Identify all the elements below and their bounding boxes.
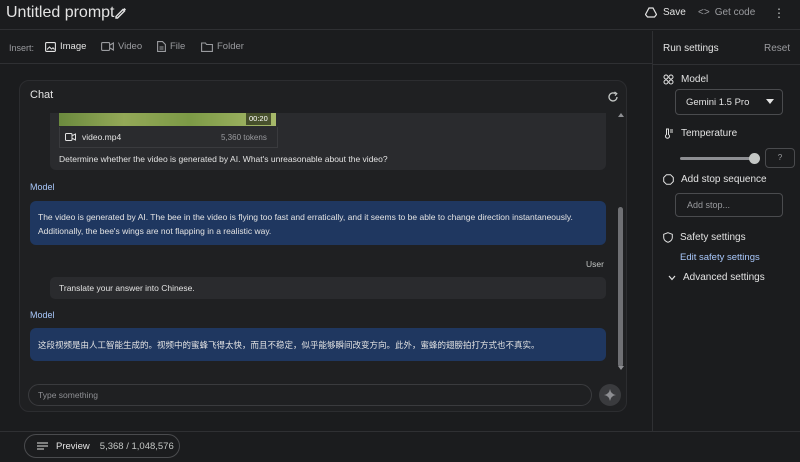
- pencil-icon[interactable]: [114, 6, 128, 20]
- edit-safety-link[interactable]: Edit safety settings: [680, 252, 760, 263]
- safety-label: Safety settings: [680, 232, 746, 243]
- video-thumbnail[interactable]: [59, 113, 276, 126]
- temperature-slider-track[interactable]: [680, 157, 754, 160]
- model-select[interactable]: Gemini 1.5 Pro: [675, 89, 783, 115]
- insert-image-button[interactable]: Image: [45, 41, 86, 52]
- image-icon: [45, 41, 56, 52]
- stop-sequence-label: Add stop sequence: [681, 174, 767, 185]
- insert-folder-button[interactable]: Folder: [201, 41, 244, 52]
- scroll-up-arrow[interactable]: [618, 113, 624, 117]
- chat-panel: Chat 00:20 video.mp4 5,360 tokens Determ…: [19, 80, 627, 412]
- video-attachment[interactable]: video.mp4 5,360 tokens: [59, 127, 278, 148]
- save-label: Save: [663, 7, 686, 18]
- insert-image-label: Image: [60, 41, 87, 52]
- scroll-down-arrow[interactable]: [618, 366, 624, 370]
- chat-history[interactable]: 00:20 video.mp4 5,360 tokens Determine w…: [20, 113, 628, 371]
- dropdown-caret-icon: [766, 99, 774, 104]
- user-message: Translate your answer into Chinese.: [50, 277, 606, 299]
- drive-icon: [645, 7, 657, 18]
- menu-lines-icon: [37, 442, 48, 450]
- preview-label: Preview: [56, 440, 90, 452]
- thermometer-icon: [665, 128, 673, 139]
- footer-separator: [0, 431, 800, 432]
- model-role-label: Model: [30, 182, 55, 192]
- advanced-settings-toggle[interactable]: Advanced settings: [668, 272, 765, 283]
- stop-sequence-setting: Add stop sequence: [663, 174, 767, 185]
- model-setting: Model: [663, 74, 708, 85]
- file-icon: [157, 41, 166, 52]
- video-filename: video.mp4: [82, 132, 122, 142]
- chat-scrollbar[interactable]: [616, 113, 626, 371]
- model-icon: [663, 74, 674, 85]
- user-role-label: User: [586, 259, 604, 269]
- refresh-icon[interactable]: [607, 91, 619, 103]
- insert-video-button[interactable]: Video: [101, 41, 142, 52]
- temperature-slider-thumb[interactable]: [749, 153, 760, 164]
- reset-button[interactable]: Reset: [764, 43, 790, 54]
- run-settings-separator: [653, 64, 800, 65]
- temperature-label: Temperature: [681, 128, 738, 139]
- chevron-down-icon: [668, 275, 676, 280]
- video-tokens: 5,360 tokens: [221, 133, 267, 142]
- temperature-input[interactable]: ?: [765, 148, 795, 168]
- insert-folder-label: Folder: [217, 41, 244, 52]
- model-label: Model: [681, 74, 709, 85]
- preview-button[interactable]: Preview 5,368 / 1,048,576: [24, 434, 180, 458]
- temperature-setting: Temperature: [663, 128, 737, 139]
- video-icon: [101, 42, 114, 51]
- get-code-label: Get code: [714, 7, 756, 18]
- run-settings-panel: Run settings Reset Model Gemini 1.5 Pro …: [653, 31, 800, 431]
- user-message-text: Determine whether the video is generated…: [59, 154, 388, 164]
- video-duration: 00:20: [246, 113, 271, 125]
- chat-title: Chat: [30, 89, 54, 101]
- folder-icon: [201, 41, 213, 52]
- scroll-thumb[interactable]: [618, 207, 623, 367]
- stop-sequence-input[interactable]: Add stop...: [675, 193, 783, 217]
- sparkle-icon: [604, 389, 616, 401]
- send-button[interactable]: [599, 384, 621, 406]
- stop-icon: [663, 174, 674, 185]
- advanced-settings-label: Advanced settings: [683, 272, 765, 283]
- message-input[interactable]: Type something: [28, 384, 592, 406]
- shield-icon: [663, 232, 673, 243]
- token-count: 5,368 / 1,048,576: [99, 440, 174, 452]
- insert-label: Insert:: [9, 43, 35, 53]
- insert-file-label: File: [170, 41, 186, 52]
- prompt-title[interactable]: Untitled prompt: [6, 4, 115, 22]
- save-button[interactable]: Save: [645, 7, 686, 18]
- insert-file-button[interactable]: File: [157, 41, 185, 52]
- top-bar: Untitled prompt Save <> Get code ⋮: [0, 0, 800, 30]
- insert-toolbar: Insert: Image Video File Folder: [0, 31, 652, 64]
- user-message: 00:20 video.mp4 5,360 tokens Determine w…: [50, 113, 606, 170]
- run-settings-title: Run settings: [663, 43, 719, 54]
- model-message: The video is generated by AI. The bee in…: [30, 201, 606, 245]
- get-code-button[interactable]: <> Get code: [698, 7, 755, 18]
- insert-video-label: Video: [118, 41, 143, 52]
- more-options-icon[interactable]: ⋮: [773, 6, 785, 20]
- model-select-value: Gemini 1.5 Pro: [686, 96, 750, 108]
- model-message: 这段视频是由人工智能生成的。视频中的蜜蜂飞得太快，而且不稳定，似乎能够瞬间改变方…: [30, 328, 606, 361]
- safety-setting: Safety settings: [663, 232, 746, 243]
- model-role-label: Model: [30, 310, 55, 320]
- code-icon: <>: [698, 7, 710, 18]
- video-file-icon: [65, 133, 76, 141]
